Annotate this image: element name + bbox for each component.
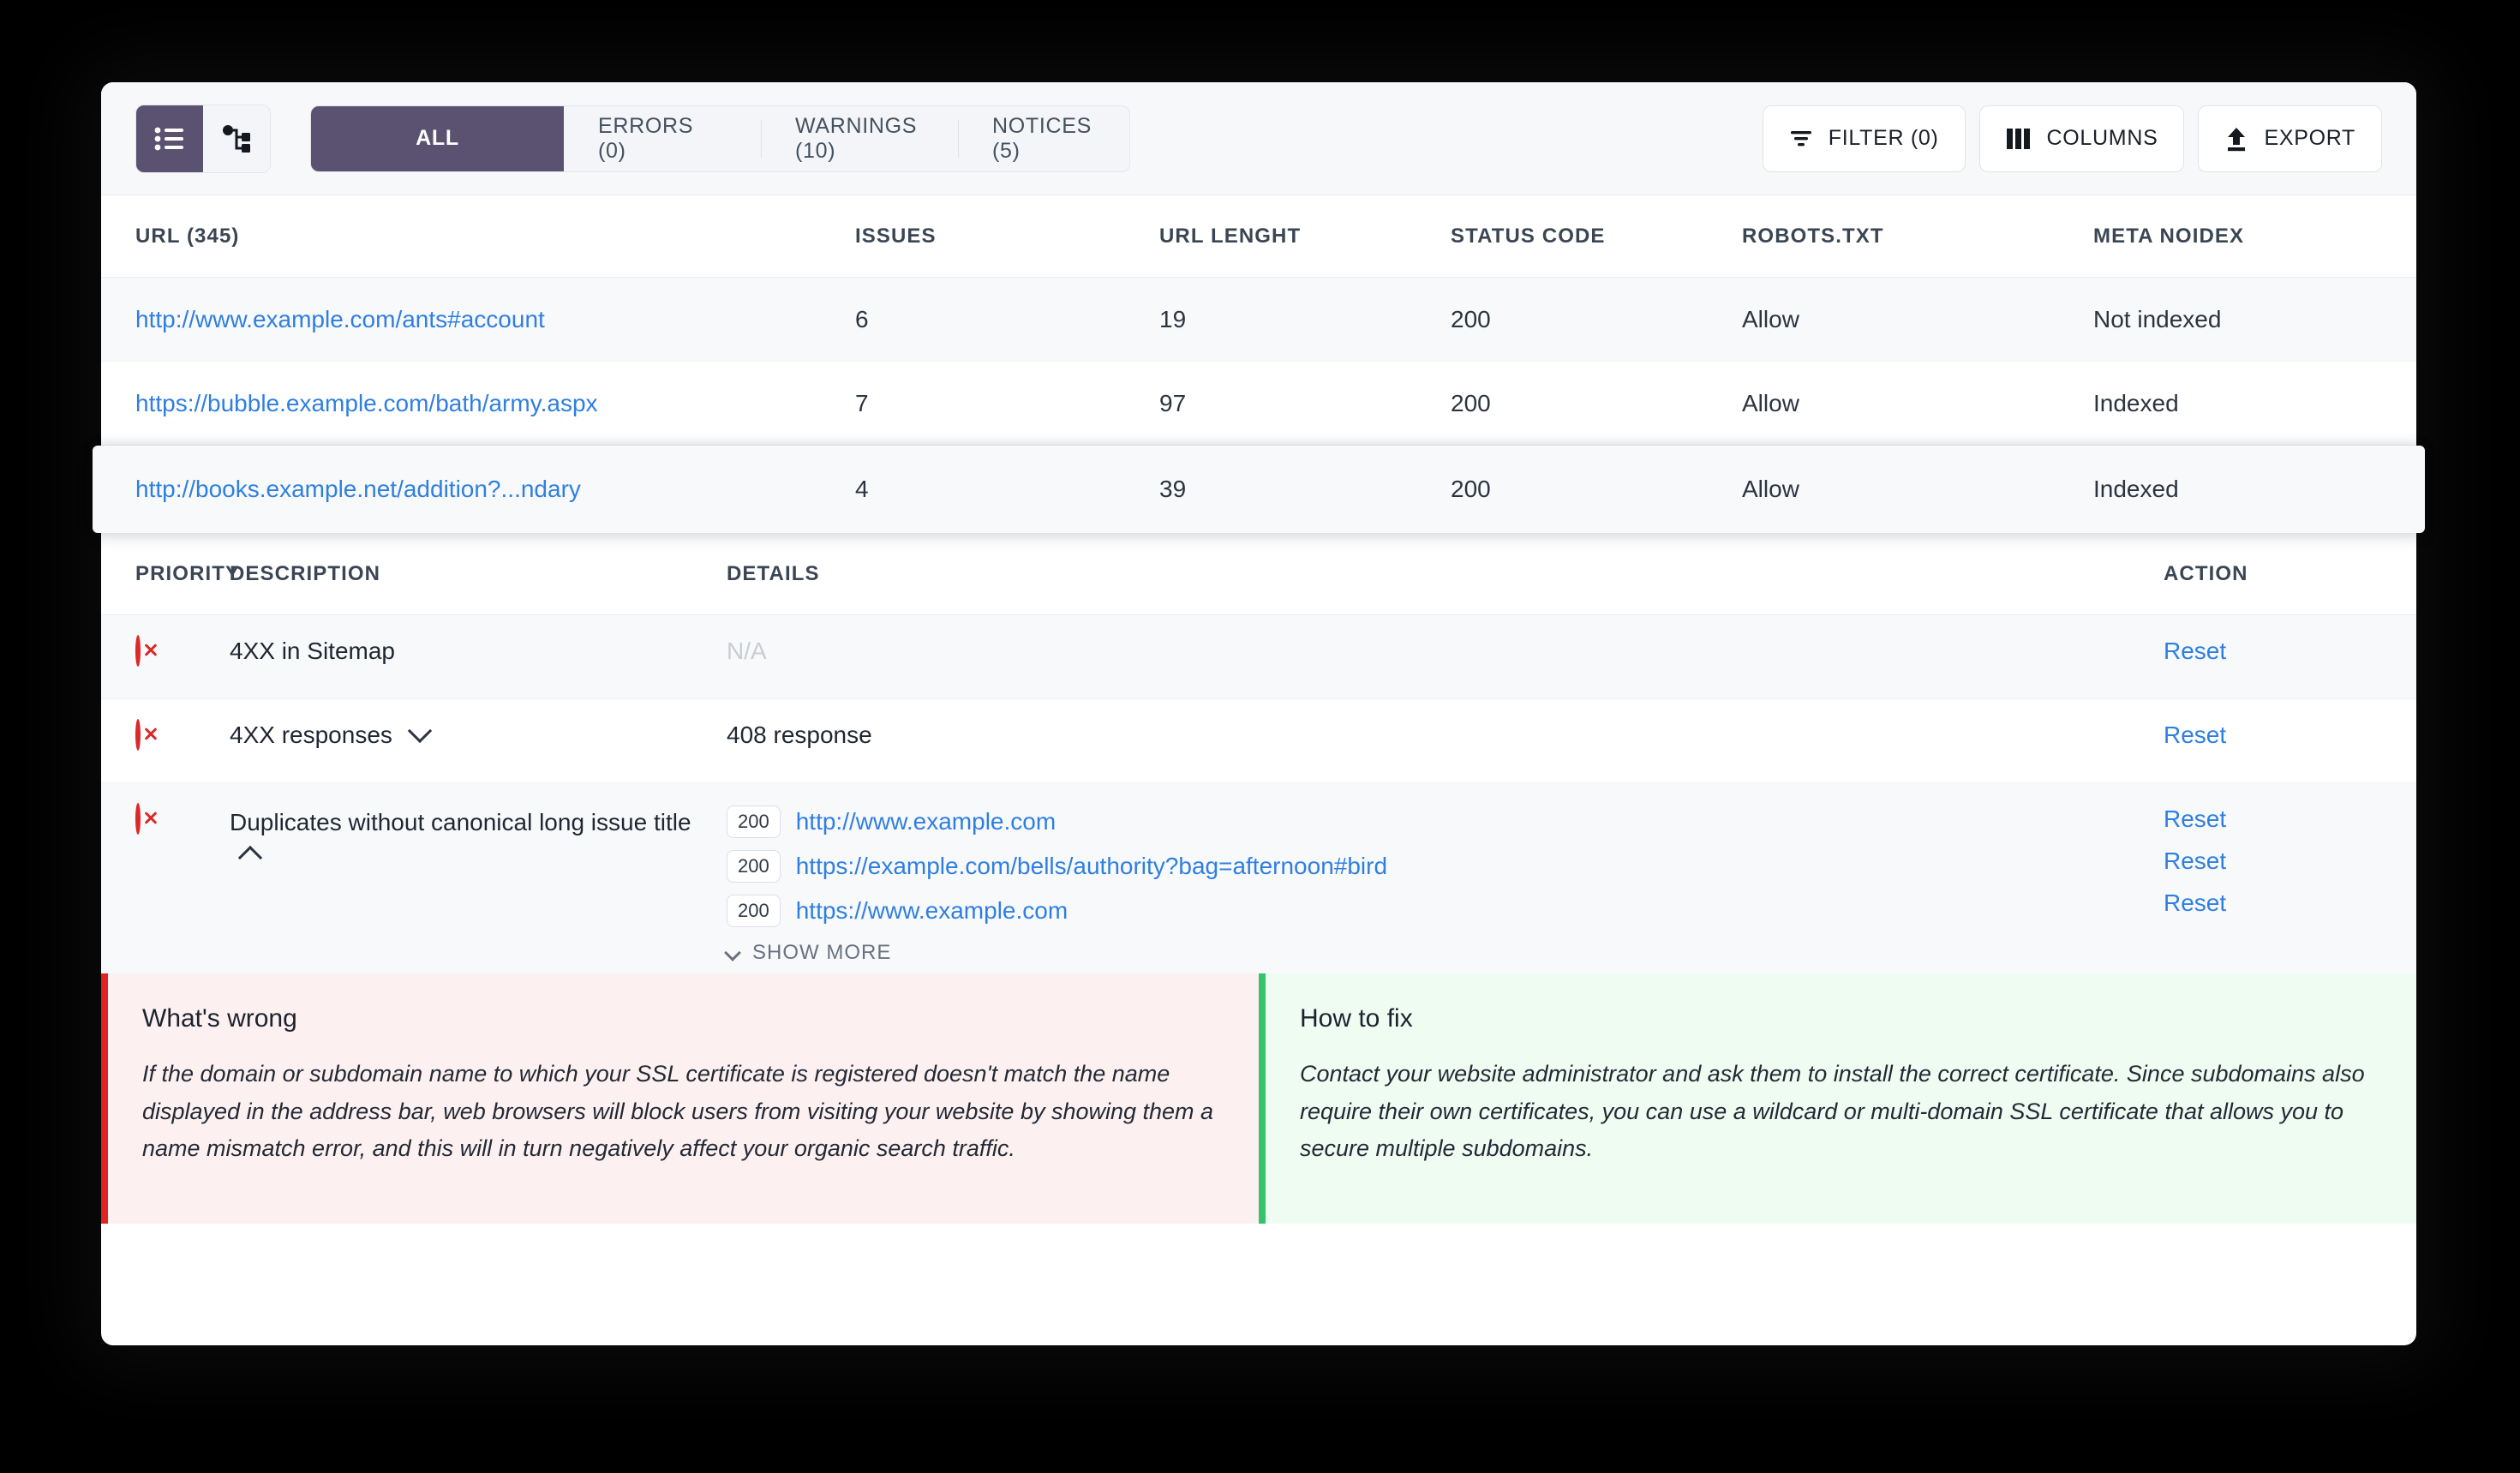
tree-view-button[interactable]: [203, 105, 270, 172]
error-circle-icon: [135, 719, 141, 751]
whats-wrong-title: What's wrong: [142, 1004, 297, 1033]
cell-robots: Allow: [1742, 389, 1799, 416]
detail-column-details: DETAILS: [727, 561, 820, 585]
column-header-status[interactable]: STATUS CODE: [1451, 225, 1742, 248]
status-badge: 200: [727, 805, 781, 838]
columns-button-label: COLUMNS: [2046, 126, 2158, 150]
cell-noidex: Indexed: [2093, 476, 2179, 502]
export-button[interactable]: EXPORT: [2198, 105, 2382, 172]
issues-card: ALL ERRORS (0) WARNINGS (10) NOTICES (5)…: [93, 82, 2425, 1345]
cell-noidex: Indexed: [2093, 389, 2179, 416]
show-more-label: SHOW MORE: [752, 941, 892, 964]
status-badge: 200: [727, 895, 781, 927]
columns-button[interactable]: COLUMNS: [1978, 105, 2185, 172]
chevron-up-icon[interactable]: [237, 845, 263, 870]
how-to-fix-body: Contact your website administrator and a…: [1300, 1061, 2365, 1162]
detail-description: 4XX responses: [230, 722, 392, 748]
list-view-button[interactable]: [136, 105, 203, 172]
cell-issues: 7: [855, 389, 869, 416]
whats-wrong-body: If the domain or subdomain name to which…: [142, 1061, 1214, 1162]
cell-url-length: 39: [1159, 476, 1187, 502]
detail-column-priority: PRIORITY: [135, 561, 241, 585]
cell-issues: 4: [855, 476, 869, 502]
detail-details-value: N/A: [727, 638, 767, 664]
detail-row: 4XX responses 408 response Reset: [101, 699, 2416, 783]
cell-status-code: 200: [1451, 389, 1491, 416]
export-button-label: EXPORT: [2264, 126, 2355, 150]
chevron-down-icon[interactable]: [407, 718, 432, 744]
detail-description: Duplicates without canonical long issue …: [230, 809, 691, 835]
view-mode-toggle[interactable]: [135, 104, 271, 173]
detail-description: 4XX in Sitemap: [230, 638, 395, 664]
cell-status-code: 200: [1451, 305, 1491, 332]
chevron-down-icon: [724, 944, 741, 961]
filter-button-label: FILTER (0): [1828, 126, 1939, 150]
screenshot-stage: ALL ERRORS (0) WARNINGS (10) NOTICES (5)…: [0, 0, 2520, 1473]
tab-errors[interactable]: ERRORS (0): [564, 106, 761, 171]
error-circle-icon: [135, 635, 141, 667]
reset-link[interactable]: Reset: [2164, 722, 2416, 749]
toolbar-actions: FILTER (0) COLUMNS EXPORT: [1762, 105, 2382, 172]
details-header: PRIORITY DESCRIPTION DETAILS ACTION: [101, 533, 2416, 615]
table-header: URL (345) ISSUES URL LENGHT STATUS CODE …: [101, 195, 2416, 278]
sitemap-icon: [222, 124, 251, 153]
table-row[interactable]: https://bubble.example.com/bath/army.asp…: [101, 362, 2416, 446]
toolbar: ALL ERRORS (0) WARNINGS (10) NOTICES (5)…: [101, 82, 2416, 195]
cell-noidex: Not indexed: [2093, 305, 2222, 332]
tab-all[interactable]: ALL: [311, 105, 564, 171]
cell-robots: Allow: [1742, 476, 1799, 502]
column-header-url[interactable]: URL (345): [135, 225, 855, 248]
detail-details-value: 408 response: [727, 722, 872, 748]
whats-wrong-panel: What's wrong If the domain or subdomain …: [101, 973, 1259, 1224]
column-header-length[interactable]: URL LENGHT: [1159, 225, 1451, 248]
filter-icon: [1789, 127, 1813, 151]
url-link[interactable]: http://www.example.com/ants#account: [135, 306, 545, 332]
detail-column-action: ACTION: [2164, 561, 2248, 585]
table-row-selected[interactable]: http://books.example.net/addition?...nda…: [93, 446, 2425, 533]
url-link[interactable]: http://books.example.net/addition?...nda…: [135, 476, 581, 502]
detail-link-row: 200 http://www.example.com: [727, 805, 2164, 838]
cell-url-length: 19: [1159, 305, 1187, 332]
filter-tabs[interactable]: ALL ERRORS (0) WARNINGS (10) NOTICES (5): [310, 105, 1130, 172]
reset-link[interactable]: Reset: [2164, 889, 2416, 917]
reset-link[interactable]: Reset: [2164, 805, 2416, 833]
detail-url-link[interactable]: http://www.example.com: [796, 808, 1056, 835]
cell-status-code: 200: [1451, 476, 1491, 502]
tab-notices[interactable]: NOTICES (5): [958, 106, 1129, 171]
list-icon: [154, 126, 185, 152]
cell-robots: Allow: [1742, 305, 1799, 332]
column-header-issues[interactable]: ISSUES: [855, 225, 1159, 248]
detail-column-description: DESCRIPTION: [230, 561, 381, 585]
url-link[interactable]: https://bubble.example.com/bath/army.asp…: [135, 390, 598, 416]
reset-link[interactable]: Reset: [2164, 847, 2416, 875]
error-circle-icon: [135, 803, 141, 835]
status-badge: 200: [727, 850, 781, 883]
tab-warnings[interactable]: WARNINGS (10): [761, 106, 958, 171]
cell-issues: 6: [855, 305, 869, 332]
columns-icon: [2006, 127, 2032, 151]
detail-row: 4XX in Sitemap N/A Reset: [101, 615, 2416, 699]
show-more-button[interactable]: SHOW MORE: [724, 941, 2164, 965]
column-header-robots[interactable]: ROBOTS.TXT: [1742, 225, 2093, 248]
how-to-fix-panel: How to fix Contact your website administ…: [1259, 973, 2416, 1224]
explanation-panels: What's wrong If the domain or subdomain …: [101, 973, 2416, 1224]
export-icon: [2224, 126, 2248, 152]
reset-link[interactable]: Reset: [2164, 638, 2416, 665]
detail-row-expanded: Duplicates without canonical long issue …: [101, 783, 2416, 973]
detail-url-link[interactable]: https://example.com/bells/authority?bag=…: [796, 853, 1387, 880]
detail-link-row: 200 https://example.com/bells/authority?…: [727, 850, 2164, 883]
table-row[interactable]: http://www.example.com/ants#account 6 19…: [101, 278, 2416, 362]
cell-url-length: 97: [1159, 389, 1187, 416]
how-to-fix-title: How to fix: [1300, 1004, 1413, 1033]
detail-link-row: 200 https://www.example.com: [727, 895, 2164, 927]
detail-url-link[interactable]: https://www.example.com: [796, 897, 1068, 925]
column-header-noidex[interactable]: META NOIDEX: [2093, 225, 2416, 248]
filter-button[interactable]: FILTER (0): [1762, 105, 1966, 172]
